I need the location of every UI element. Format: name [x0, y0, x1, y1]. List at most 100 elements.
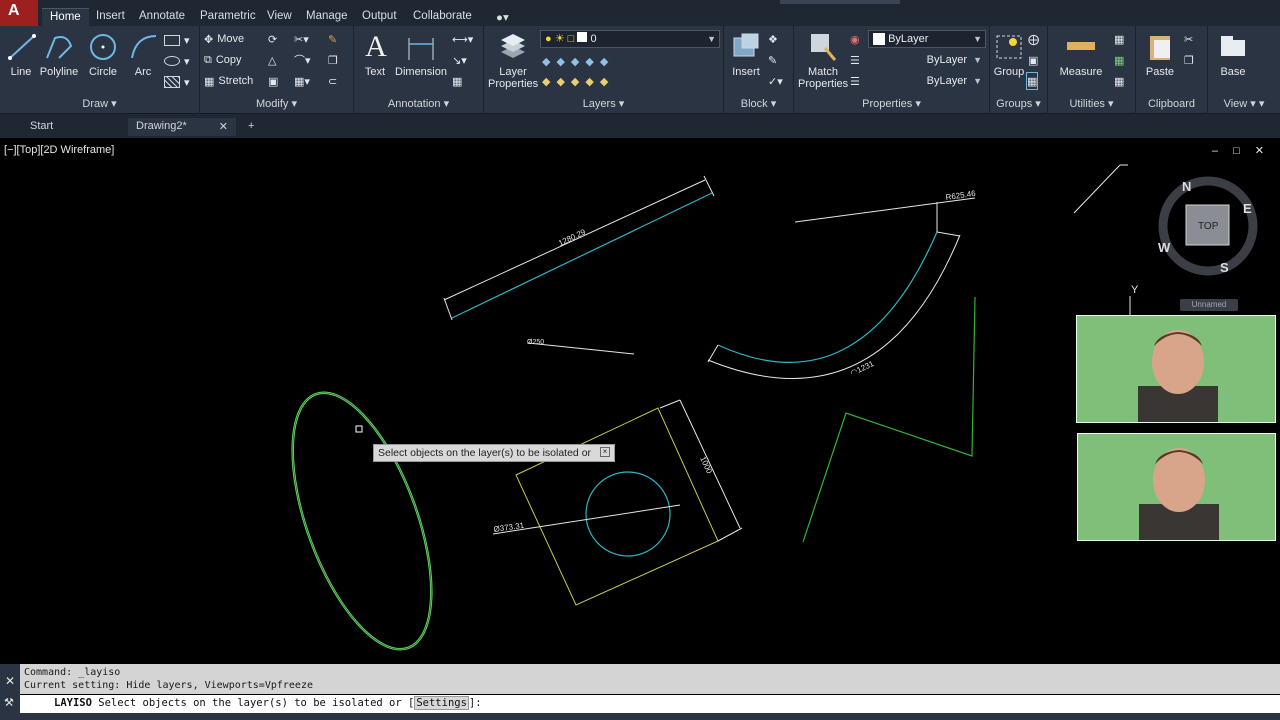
- move-button[interactable]: ✥ Move: [204, 30, 244, 48]
- calculator-button[interactable]: ▦: [1114, 72, 1124, 90]
- tab-parametric[interactable]: Parametric: [192, 8, 264, 26]
- utilities-panel-title[interactable]: Utilities ▾: [1048, 97, 1135, 110]
- tooltip-close-icon[interactable]: ×: [600, 447, 610, 457]
- annotation-panel-title[interactable]: Annotation ▾: [354, 97, 483, 110]
- line-button[interactable]: Line: [6, 30, 36, 78]
- erase-button[interactable]: ✎: [328, 30, 337, 48]
- group-button[interactable]: Group: [992, 30, 1026, 78]
- layers-panel-title[interactable]: Layers ▾: [484, 97, 723, 110]
- wcs-menu[interactable]: Unnamed: [1180, 299, 1238, 311]
- close-icon[interactable]: ✕: [5, 674, 15, 688]
- match-properties-button[interactable]: Match Properties: [798, 30, 848, 90]
- ungroup-button[interactable]: ⨁: [1028, 30, 1039, 48]
- color-wheel-icon[interactable]: ◉: [850, 30, 860, 48]
- camera-tab-icon[interactable]: ●▾: [488, 8, 517, 26]
- copy-clip-button[interactable]: ❐: [1184, 51, 1194, 69]
- tab-collaborate[interactable]: Collaborate: [405, 8, 480, 26]
- square-object[interactable]: [515, 407, 719, 606]
- ellipse-grip[interactable]: [355, 425, 363, 433]
- lineweight-dropdown[interactable]: ByLayer ▼: [868, 72, 986, 90]
- green-polyline-object[interactable]: [802, 296, 976, 543]
- offset-button[interactable]: ⊂: [328, 72, 337, 90]
- draw-panel-title[interactable]: Draw ▾: [0, 97, 199, 110]
- block-panel-title[interactable]: Block ▾: [724, 97, 793, 110]
- aligned-line-object[interactable]: [443, 175, 715, 321]
- mirror-button[interactable]: △: [268, 51, 276, 69]
- base-button[interactable]: Base: [1212, 30, 1254, 78]
- polyline-button[interactable]: Polyline: [38, 30, 80, 78]
- viewport-window-controls[interactable]: – □ ✕: [1212, 144, 1270, 157]
- properties-panel-title[interactable]: Properties ▾: [794, 97, 989, 110]
- tab-insert[interactable]: Insert: [88, 8, 133, 26]
- command-history-line: Current setting: Hide layers, Viewports=…: [24, 680, 313, 691]
- file-tab-bar: Start Drawing2* ✕ +: [0, 114, 1280, 138]
- viewcube[interactable]: TOP N E S W: [1158, 176, 1258, 276]
- arc-object[interactable]: [707, 197, 976, 379]
- modify-panel-title[interactable]: Modify ▾: [200, 97, 353, 110]
- groups-panel-title[interactable]: Groups ▾: [990, 97, 1047, 110]
- group-edit-button[interactable]: ▣: [1028, 51, 1038, 69]
- tab-output[interactable]: Output: [354, 8, 405, 26]
- tab-manage[interactable]: Manage: [298, 8, 356, 26]
- rotate-button[interactable]: ⟳: [268, 30, 277, 48]
- tab-view[interactable]: View: [259, 8, 300, 26]
- quick-select-button[interactable]: ▦: [1114, 51, 1124, 69]
- paste-button[interactable]: Paste: [1140, 30, 1180, 78]
- circle-button[interactable]: Circle: [86, 30, 120, 78]
- group-select-button[interactable]: ▦: [1026, 72, 1039, 90]
- new-tab-icon[interactable]: +: [240, 118, 262, 136]
- linetype-dropdown[interactable]: ByLayer ▼: [868, 51, 986, 69]
- measure-button[interactable]: Measure: [1056, 30, 1106, 78]
- array-button[interactable]: ▦▾: [294, 72, 310, 90]
- block-attribute-button[interactable]: ✓▾: [768, 72, 783, 90]
- settings-option[interactable]: Settings: [414, 696, 469, 710]
- edit-block-button[interactable]: ✎: [768, 51, 777, 69]
- rectangle-button[interactable]: ▾: [164, 31, 190, 49]
- insert-button[interactable]: Insert: [728, 30, 764, 78]
- tab-home[interactable]: Home: [42, 8, 89, 26]
- compass-s: S: [1220, 260, 1229, 275]
- circle-object[interactable]: [585, 471, 671, 557]
- command-input[interactable]: LAYISO Select objects on the layer(s) to…: [20, 695, 1280, 713]
- layer-dropdown[interactable]: ● ☀ □ 0 ▼: [540, 30, 720, 48]
- lineweight-icon[interactable]: ☰: [850, 72, 860, 90]
- table-button[interactable]: ▦: [452, 72, 462, 90]
- linear-dim-button[interactable]: ⟷▾: [452, 30, 473, 48]
- viewport-controls-label[interactable]: [−][Top][2D Wireframe]: [4, 144, 114, 156]
- leader-button[interactable]: ↘▾: [452, 51, 467, 69]
- explode-button[interactable]: ❐: [328, 51, 338, 69]
- copy-button[interactable]: ⧉ Copy: [204, 51, 242, 69]
- id-point-button[interactable]: ▦: [1114, 30, 1124, 48]
- layer-tools-row1[interactable]: ◆◆◆◆◆: [542, 52, 614, 70]
- create-block-icon: ❖: [768, 33, 778, 46]
- tab-annotate[interactable]: Annotate: [131, 8, 193, 26]
- layer-tools-row2[interactable]: ◆◆◆◆◆: [542, 72, 614, 90]
- layer-properties-button[interactable]: Layer Properties: [488, 30, 538, 90]
- app-menu-button[interactable]: A: [0, 0, 38, 26]
- command-line-handle[interactable]: ✕ ⚒: [0, 664, 20, 720]
- scale-button[interactable]: ▣: [268, 72, 278, 90]
- close-tab-icon[interactable]: ✕: [219, 120, 228, 133]
- wrench-icon[interactable]: ⚒: [4, 696, 14, 709]
- color-dropdown[interactable]: ByLayer ▼: [868, 30, 986, 48]
- linetype-icon[interactable]: ☰: [850, 51, 860, 69]
- gradient-button[interactable]: ▾: [164, 73, 190, 91]
- ellipse-object[interactable]: [264, 375, 460, 664]
- dimension-button[interactable]: Dimension: [394, 30, 448, 78]
- line-label: Line: [10, 66, 32, 78]
- create-block-button[interactable]: ❖: [768, 30, 778, 48]
- arc-button[interactable]: Arc: [128, 30, 158, 78]
- fillet-button[interactable]: ⌒▾: [294, 51, 311, 69]
- drawing-viewport[interactable]: 1280.29 R625.46 ◠1231 Ø250 Ø373.31 1000: [0, 140, 1280, 664]
- view-panel-title[interactable]: View ▾ ▾: [1208, 97, 1280, 110]
- text-button[interactable]: A Text: [360, 30, 390, 78]
- file-tab-drawing2[interactable]: Drawing2* ✕: [128, 118, 236, 136]
- search-box[interactable]: [780, 0, 900, 4]
- file-tab-start[interactable]: Start: [22, 118, 61, 136]
- cut-button[interactable]: ✂: [1184, 30, 1193, 48]
- stretch-button[interactable]: ▦ Stretch: [204, 72, 253, 90]
- match-properties-icon: [811, 34, 837, 61]
- trim-button[interactable]: ✂▾: [294, 30, 309, 48]
- hatch-button[interactable]: ▾: [164, 52, 190, 70]
- groups-panel: Group ⨁ ▣ ▦ Groups ▾: [990, 26, 1048, 114]
